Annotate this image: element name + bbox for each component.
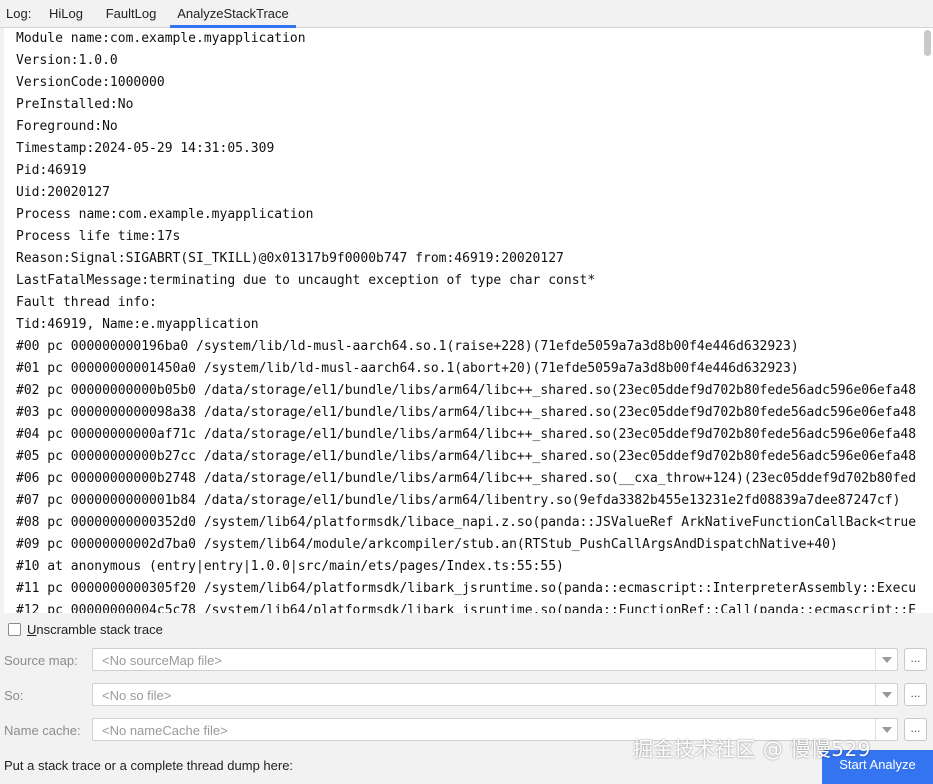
log-line: #08 pc 00000000000352d0 /system/lib64/pl… (16, 515, 917, 530)
log-line: #06 pc 00000000000b2748 /data/storage/el… (16, 471, 917, 486)
log-line: #10 at anonymous (entry|entry|1.0.0|src/… (16, 559, 564, 574)
name-cache-label: Name cache: (4, 723, 81, 738)
log-line: #04 pc 00000000000af71c /data/storage/el… (16, 427, 917, 442)
log-line: Module name:com.example.myapplication (16, 31, 306, 46)
source-map-placeholder: <No sourceMap file> (102, 653, 222, 668)
stack-trace-prompt: Put a stack trace or a complete thread d… (4, 758, 294, 773)
log-line: Reason:Signal:SIGABRT(SI_TKILL)@0x01317b… (16, 251, 564, 266)
name-cache-browse-button[interactable]: ... (904, 718, 927, 741)
log-line: #02 pc 00000000000b05b0 /data/storage/el… (16, 383, 917, 398)
vertical-scrollbar[interactable] (921, 28, 933, 613)
tab-hilog[interactable]: HiLog (41, 0, 91, 28)
chevron-down-icon[interactable] (875, 684, 897, 705)
unscramble-label-mnemonic: U (27, 622, 37, 637)
analyze-options-panel: Unscramble stack trace Source map: <No s… (0, 613, 933, 784)
chevron-down-icon[interactable] (875, 719, 897, 740)
log-line: #07 pc 0000000000001b84 /data/storage/el… (16, 493, 901, 508)
log-line: #03 pc 0000000000098a38 /data/storage/el… (16, 405, 917, 420)
tab-faultlog[interactable]: FaultLog (100, 0, 162, 28)
log-line: #01 pc 00000000001450a0 /system/lib/ld-m… (16, 361, 799, 376)
log-line: #09 pc 00000000002d7ba0 /system/lib64/mo… (16, 537, 838, 552)
log-line: Process name:com.example.myapplication (16, 207, 314, 222)
log-line: Uid:20020127 (16, 185, 110, 200)
source-map-browse-button[interactable]: ... (904, 648, 927, 671)
log-line: Version:1.0.0 (16, 53, 118, 68)
log-tab-bar: Log: HiLog FaultLog AnalyzeStackTrace (0, 0, 933, 28)
so-combo[interactable]: <No so file> (92, 683, 898, 706)
source-map-combo[interactable]: <No sourceMap file> (92, 648, 898, 671)
log-line: Tid:46919, Name:e.myapplication (16, 317, 259, 332)
tab-analyze-stack-trace[interactable]: AnalyzeStackTrace (170, 0, 296, 28)
log-line: #11 pc 0000000000305f20 /system/lib64/pl… (16, 581, 917, 596)
log-line: VersionCode:1000000 (16, 75, 165, 90)
watermark: 掘金技术社区 @ 慢慢529 (633, 737, 871, 761)
so-label: So: (4, 688, 24, 703)
name-cache-placeholder: <No nameCache file> (102, 723, 228, 738)
unscramble-label[interactable]: Unscramble stack trace (27, 622, 163, 637)
log-line: Foreground:No (16, 119, 118, 134)
source-map-label: Source map: (4, 653, 78, 668)
log-line: #05 pc 00000000000b27cc /data/storage/el… (16, 449, 917, 464)
scrollbar-thumb[interactable] (924, 30, 931, 56)
log-label: Log: (6, 6, 32, 21)
so-placeholder: <No so file> (102, 688, 172, 703)
log-line: Timestamp:2024-05-29 14:31:05.309 (16, 141, 275, 156)
log-line: LastFatalMessage:terminating due to unca… (16, 273, 596, 288)
log-line: Pid:46919 (16, 163, 87, 178)
log-line: #00 pc 000000000196ba0 /system/lib/ld-mu… (16, 339, 799, 354)
chevron-down-icon[interactable] (875, 649, 897, 670)
so-browse-button[interactable]: ... (904, 683, 927, 706)
log-line: Fault thread info: (16, 295, 157, 310)
unscramble-label-text: nscramble stack trace (36, 622, 163, 637)
log-line: #12 pc 00000000004c5c78 /system/lib64/pl… (16, 603, 917, 613)
unscramble-checkbox[interactable] (8, 623, 21, 636)
log-line: Process life time:17s (16, 229, 181, 244)
log-line: PreInstalled:No (16, 97, 134, 112)
stack-trace-text-area[interactable]: Module name:com.example.myapplication Ve… (4, 28, 933, 613)
